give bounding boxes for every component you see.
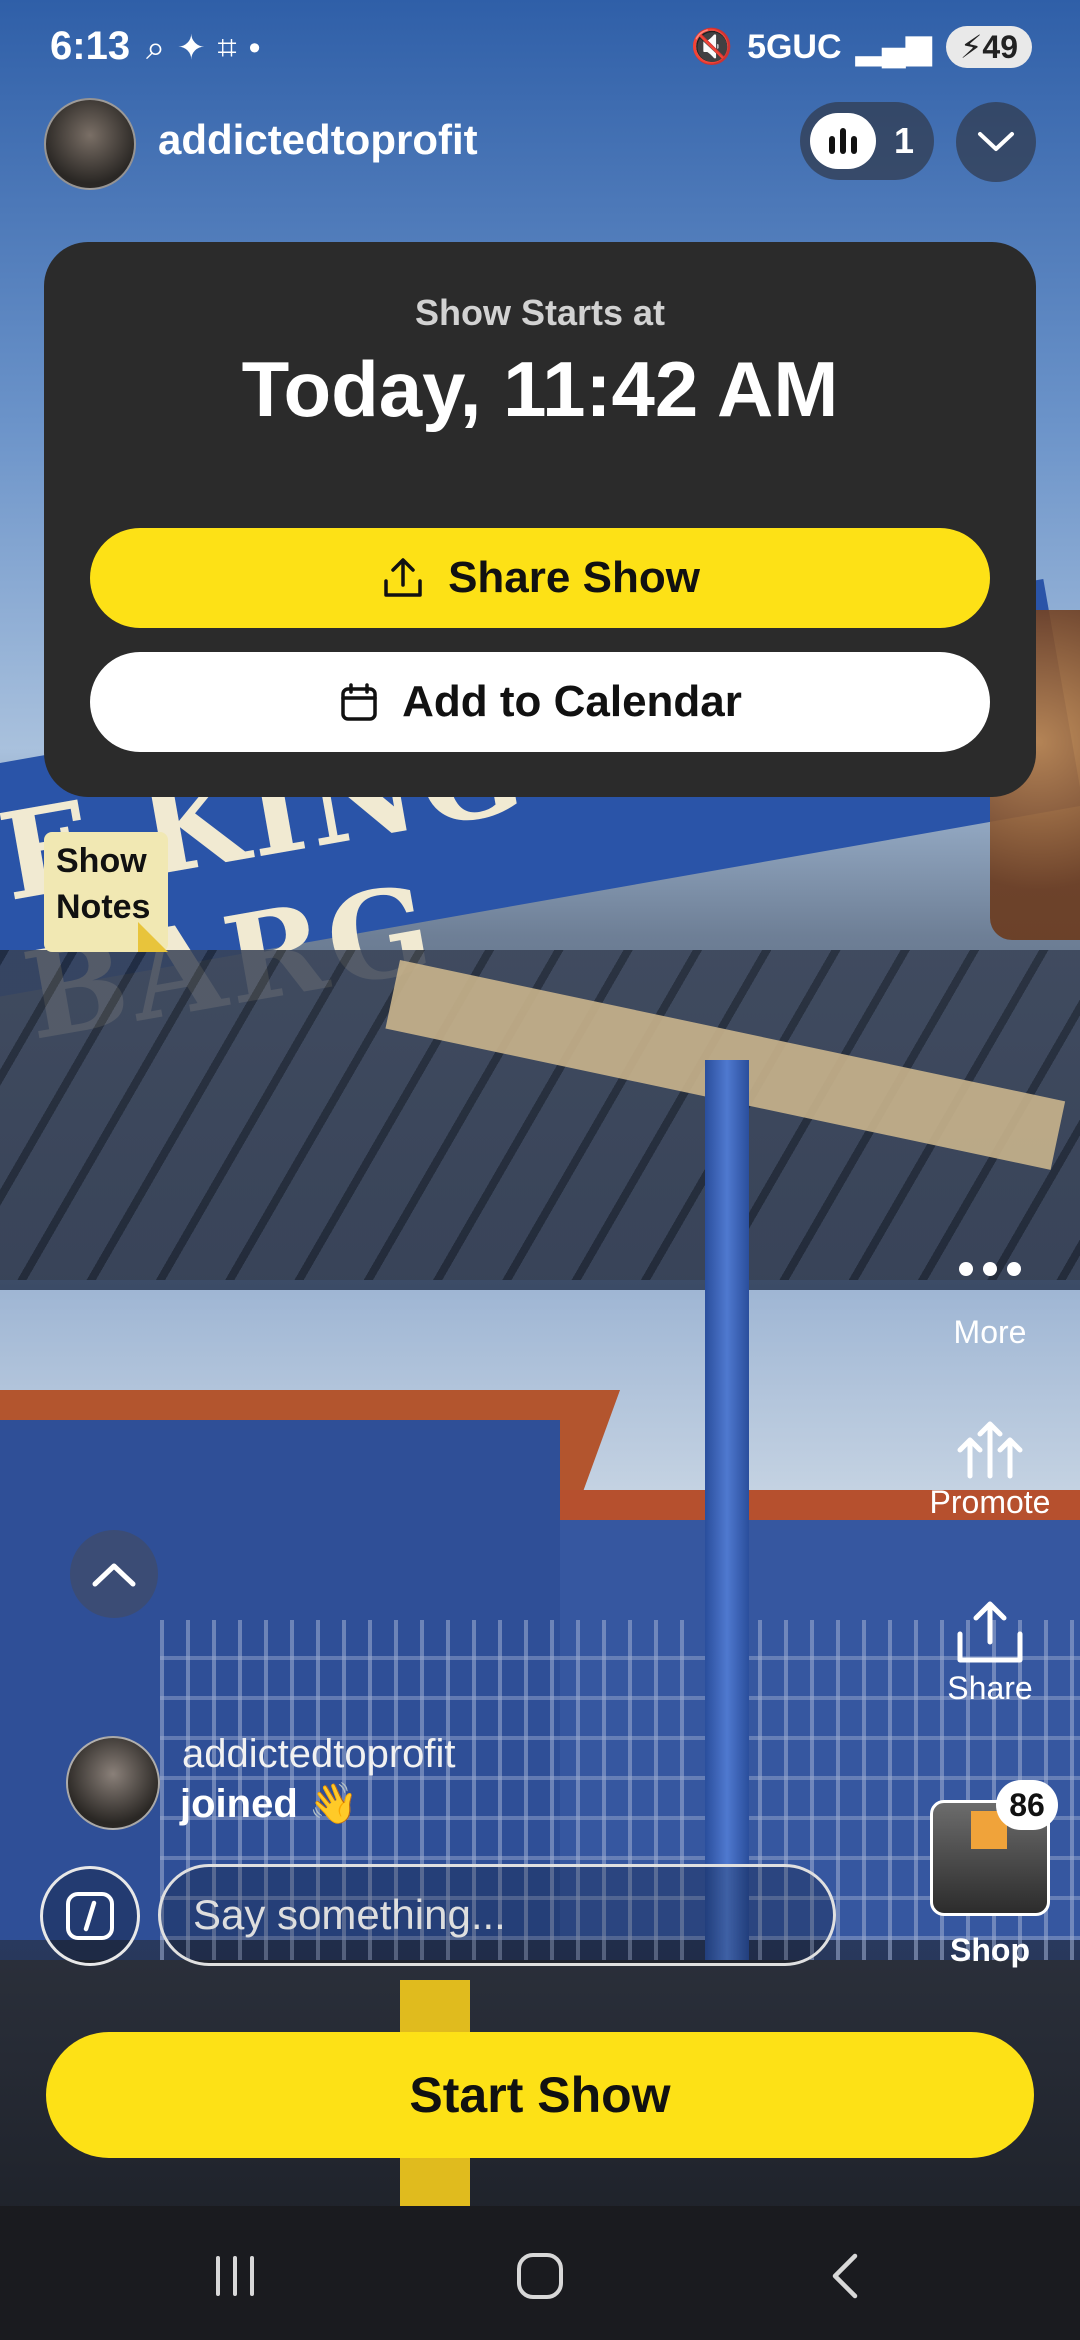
expand-chat-button[interactable] <box>70 1530 158 1618</box>
chevron-up-icon <box>92 1563 136 1587</box>
share-button[interactable]: Share <box>910 1596 1070 1707</box>
start-show-button[interactable]: Start Show <box>46 2032 1034 2158</box>
chevron-down-icon <box>978 132 1014 151</box>
shop-count-badge: 86 <box>996 1780 1058 1830</box>
collapse-button[interactable] <box>956 102 1036 182</box>
viewer-count: 1 <box>894 120 915 161</box>
add-to-calendar-label: Add to Calendar <box>402 677 742 726</box>
audience-icon <box>810 113 876 169</box>
promote-label: Promote <box>929 1484 1051 1520</box>
calendar-icon <box>341 683 377 721</box>
shop-label: Shop <box>950 1932 1030 1968</box>
battery-level: 49 <box>982 29 1018 65</box>
note-fold-icon <box>138 922 168 952</box>
slash-command-icon <box>66 1892 114 1940</box>
show-notes-line1: Show <box>56 842 147 880</box>
promote-arrows-icon <box>957 1421 1023 1479</box>
share-icon <box>957 1601 1023 1663</box>
home-button[interactable] <box>505 2246 575 2306</box>
upload-icon <box>384 558 422 597</box>
more-button[interactable]: More <box>910 1240 1070 1351</box>
network-type: 5GUC <box>747 27 842 66</box>
add-to-calendar-button[interactable]: Add to Calendar <box>90 652 990 752</box>
show-notes-button[interactable]: Show Notes <box>44 832 168 952</box>
system-nav-bar <box>0 2206 1080 2340</box>
host-avatar[interactable] <box>44 98 136 190</box>
host-username[interactable]: addictedtoprofit <box>158 116 478 164</box>
viewer-count-button[interactable]: 1 <box>800 102 934 180</box>
promote-button[interactable]: Promote <box>910 1410 1070 1521</box>
share-show-button[interactable]: Share Show <box>90 528 990 628</box>
status-time: 6:13 <box>50 24 131 68</box>
more-dots-icon <box>959 1262 1021 1276</box>
status-bar: 6:13 ⌕✦⌗• 🔇 5GUC ▂▄▆ ⚡49 <box>0 0 1080 100</box>
start-show-label: Start Show <box>409 2067 671 2123</box>
chat-input-placeholder: Say something... <box>193 1891 506 1938</box>
back-icon <box>832 2253 858 2299</box>
battery-indicator: ⚡49 <box>945 26 1032 68</box>
show-start-card: Show Starts at Today, 11:42 AM Share Sho… <box>44 242 1036 797</box>
home-icon <box>517 2253 563 2299</box>
command-button[interactable] <box>40 1866 140 1966</box>
show-starts-label: Show Starts at <box>414 292 666 333</box>
notification-icons: ⌕✦⌗• <box>146 29 273 67</box>
joined-message: joined 👋 <box>180 1782 359 1826</box>
show-start-time: Today, 11:42 AM <box>241 345 839 433</box>
back-button[interactable] <box>810 2246 880 2306</box>
share-label: Share <box>947 1670 1033 1706</box>
chat-input[interactable]: Say something... <box>158 1864 836 1966</box>
share-show-label: Share Show <box>448 553 700 602</box>
mute-icon: 🔇 <box>690 28 734 66</box>
more-label: More <box>953 1314 1027 1350</box>
signal-icon: ▂▄▆ <box>855 28 932 66</box>
recent-apps-icon <box>216 2256 254 2296</box>
joined-user-avatar <box>66 1736 160 1830</box>
recent-apps-button[interactable] <box>200 2246 270 2306</box>
joined-username: addictedtoprofit <box>182 1732 456 1776</box>
